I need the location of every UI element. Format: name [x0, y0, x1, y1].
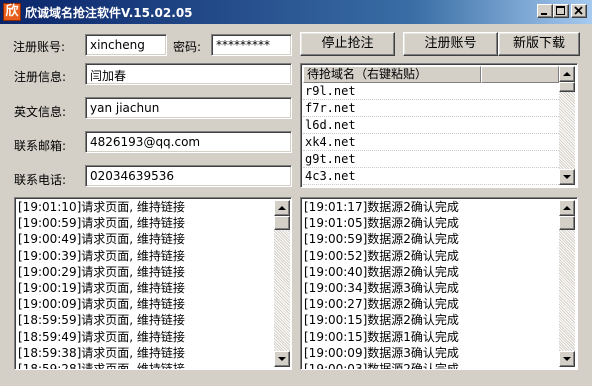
scroll-down-button[interactable] [559, 351, 575, 367]
scroll-up-button[interactable] [559, 200, 575, 216]
scroll-up-button[interactable] [274, 200, 290, 216]
domain-list-scrollbar[interactable] [559, 66, 575, 185]
log-item: [18:59:59]请求页面, 维持链接 [18, 313, 185, 328]
log-item: [19:00:52]数据源2确认完成 [304, 248, 459, 263]
scroll-thumb[interactable] [274, 216, 290, 230]
password-input[interactable]: ********* [211, 34, 292, 56]
log-item: [19:00:39]请求页面, 维持链接 [18, 248, 185, 263]
log-item: [19:00:03]数据源2确认完成 [304, 361, 459, 370]
list-item[interactable]: r9l.net [303, 83, 559, 100]
scroll-down-button[interactable] [559, 169, 575, 185]
log-item: [19:00:15]数据源1确认完成 [304, 329, 459, 344]
domain-list-header-filler [481, 66, 559, 83]
scroll-thumb[interactable] [559, 82, 575, 92]
email-input[interactable]: 4826193@qq.com [85, 131, 292, 153]
log-item: [19:00:29]请求页面, 维持链接 [18, 264, 185, 279]
maximize-button[interactable] [553, 4, 569, 18]
log-item: [19:00:27]数据源2确认完成 [304, 297, 459, 312]
phone-label: 联系电话: [14, 173, 67, 187]
log-item: [18:59:38]请求页面, 维持链接 [18, 345, 185, 360]
reg-info-label: 注册信息: [14, 70, 67, 84]
request-log-list[interactable]: [19:01:10]请求页面, 维持链接 [19:00:59]请求页面, 维持链… [14, 197, 292, 370]
log-item: [19:00:49]请求页面, 维持链接 [18, 232, 185, 247]
list-item[interactable]: g9t.net [303, 151, 559, 168]
english-info-label: 英文信息: [14, 105, 67, 119]
domain-list-header[interactable]: 待抢域名（右键粘贴） [303, 66, 481, 83]
domain-rows: r9l.net f7r.net l6d.net xk4.net g9t.net … [303, 83, 559, 185]
scroll-thumb[interactable] [559, 216, 575, 230]
domain-list[interactable]: 待抢域名（右键粘贴） r9l.net f7r.net l6d.net xk4.n… [300, 63, 578, 188]
english-info-input[interactable]: yan jiachun [85, 97, 292, 119]
email-label: 联系邮箱: [14, 139, 67, 153]
log-item: [18:59:28]请求页面, 维持链接 [18, 361, 185, 370]
list-item[interactable]: xk4.net [303, 134, 559, 151]
close-button[interactable] [571, 4, 587, 18]
list-item[interactable]: l6d.net [303, 117, 559, 134]
minimize-button[interactable] [537, 4, 553, 18]
arrow-down-icon [278, 357, 286, 361]
log-item: [19:01:10]请求页面, 维持链接 [18, 200, 185, 214]
datasource-log-rows: [19:01:17]数据源2确认完成 [19:01:05]数据源2确认完成 [1… [303, 199, 561, 370]
stop-register-button[interactable]: 停止抢注 [300, 32, 395, 56]
list-item[interactable]: f7r.net [303, 100, 559, 117]
arrow-up-icon [563, 72, 571, 76]
log-item: [19:00:09]请求页面, 维持链接 [18, 297, 185, 312]
account-label: 注册账号: [13, 40, 66, 54]
log-item: [19:00:19]请求页面, 维持链接 [18, 280, 185, 295]
download-new-version-button[interactable]: 新版下载 [498, 32, 580, 56]
log-item: [19:00:59]数据源2确认完成 [304, 232, 459, 247]
app-icon: 欣 [3, 3, 21, 21]
list-item[interactable]: 4c3.net [303, 168, 559, 185]
log-item: [19:00:34]数据源3确认完成 [304, 280, 459, 295]
request-log-rows: [19:01:10]请求页面, 维持链接 [19:00:59]请求页面, 维持链… [17, 199, 275, 370]
log-item: [19:00:40]数据源2确认完成 [304, 264, 459, 279]
register-account-button[interactable]: 注册账号 [403, 32, 498, 56]
close-icon [574, 6, 583, 15]
log-item: [19:01:05]数据源2确认完成 [304, 216, 459, 231]
scroll-down-button[interactable] [274, 351, 290, 367]
minimize-icon [541, 13, 547, 15]
log-item: [19:00:15]数据源2确认完成 [304, 313, 459, 328]
log-item: [18:59:49]请求页面, 维持链接 [18, 329, 185, 344]
password-label: 密码: [173, 40, 202, 54]
arrow-down-icon [563, 357, 571, 361]
maximize-icon [556, 6, 565, 15]
window-title: 欣诚域名抢注软件V.15.02.05 [25, 6, 193, 20]
datasource-log-scrollbar[interactable] [559, 200, 575, 367]
arrow-up-icon [278, 206, 286, 210]
log-item: [19:00:09]数据源3确认完成 [304, 345, 459, 360]
scroll-up-button[interactable] [559, 66, 575, 82]
log-item: [19:00:59]请求页面, 维持链接 [18, 216, 185, 231]
phone-input[interactable]: 02034639536 [85, 165, 292, 187]
log-item: [19:01:17]数据源2确认完成 [304, 200, 459, 214]
account-input[interactable]: xincheng [85, 34, 167, 56]
arrow-down-icon [563, 175, 571, 179]
datasource-log-list[interactable]: [19:01:17]数据源2确认完成 [19:01:05]数据源2确认完成 [1… [300, 197, 578, 370]
reg-info-input[interactable]: 闫加春 [85, 63, 292, 85]
arrow-up-icon [563, 206, 571, 210]
title-bar[interactable]: 欣 欣诚域名抢注软件V.15.02.05 [0, 0, 592, 24]
request-log-scrollbar[interactable] [274, 200, 290, 367]
